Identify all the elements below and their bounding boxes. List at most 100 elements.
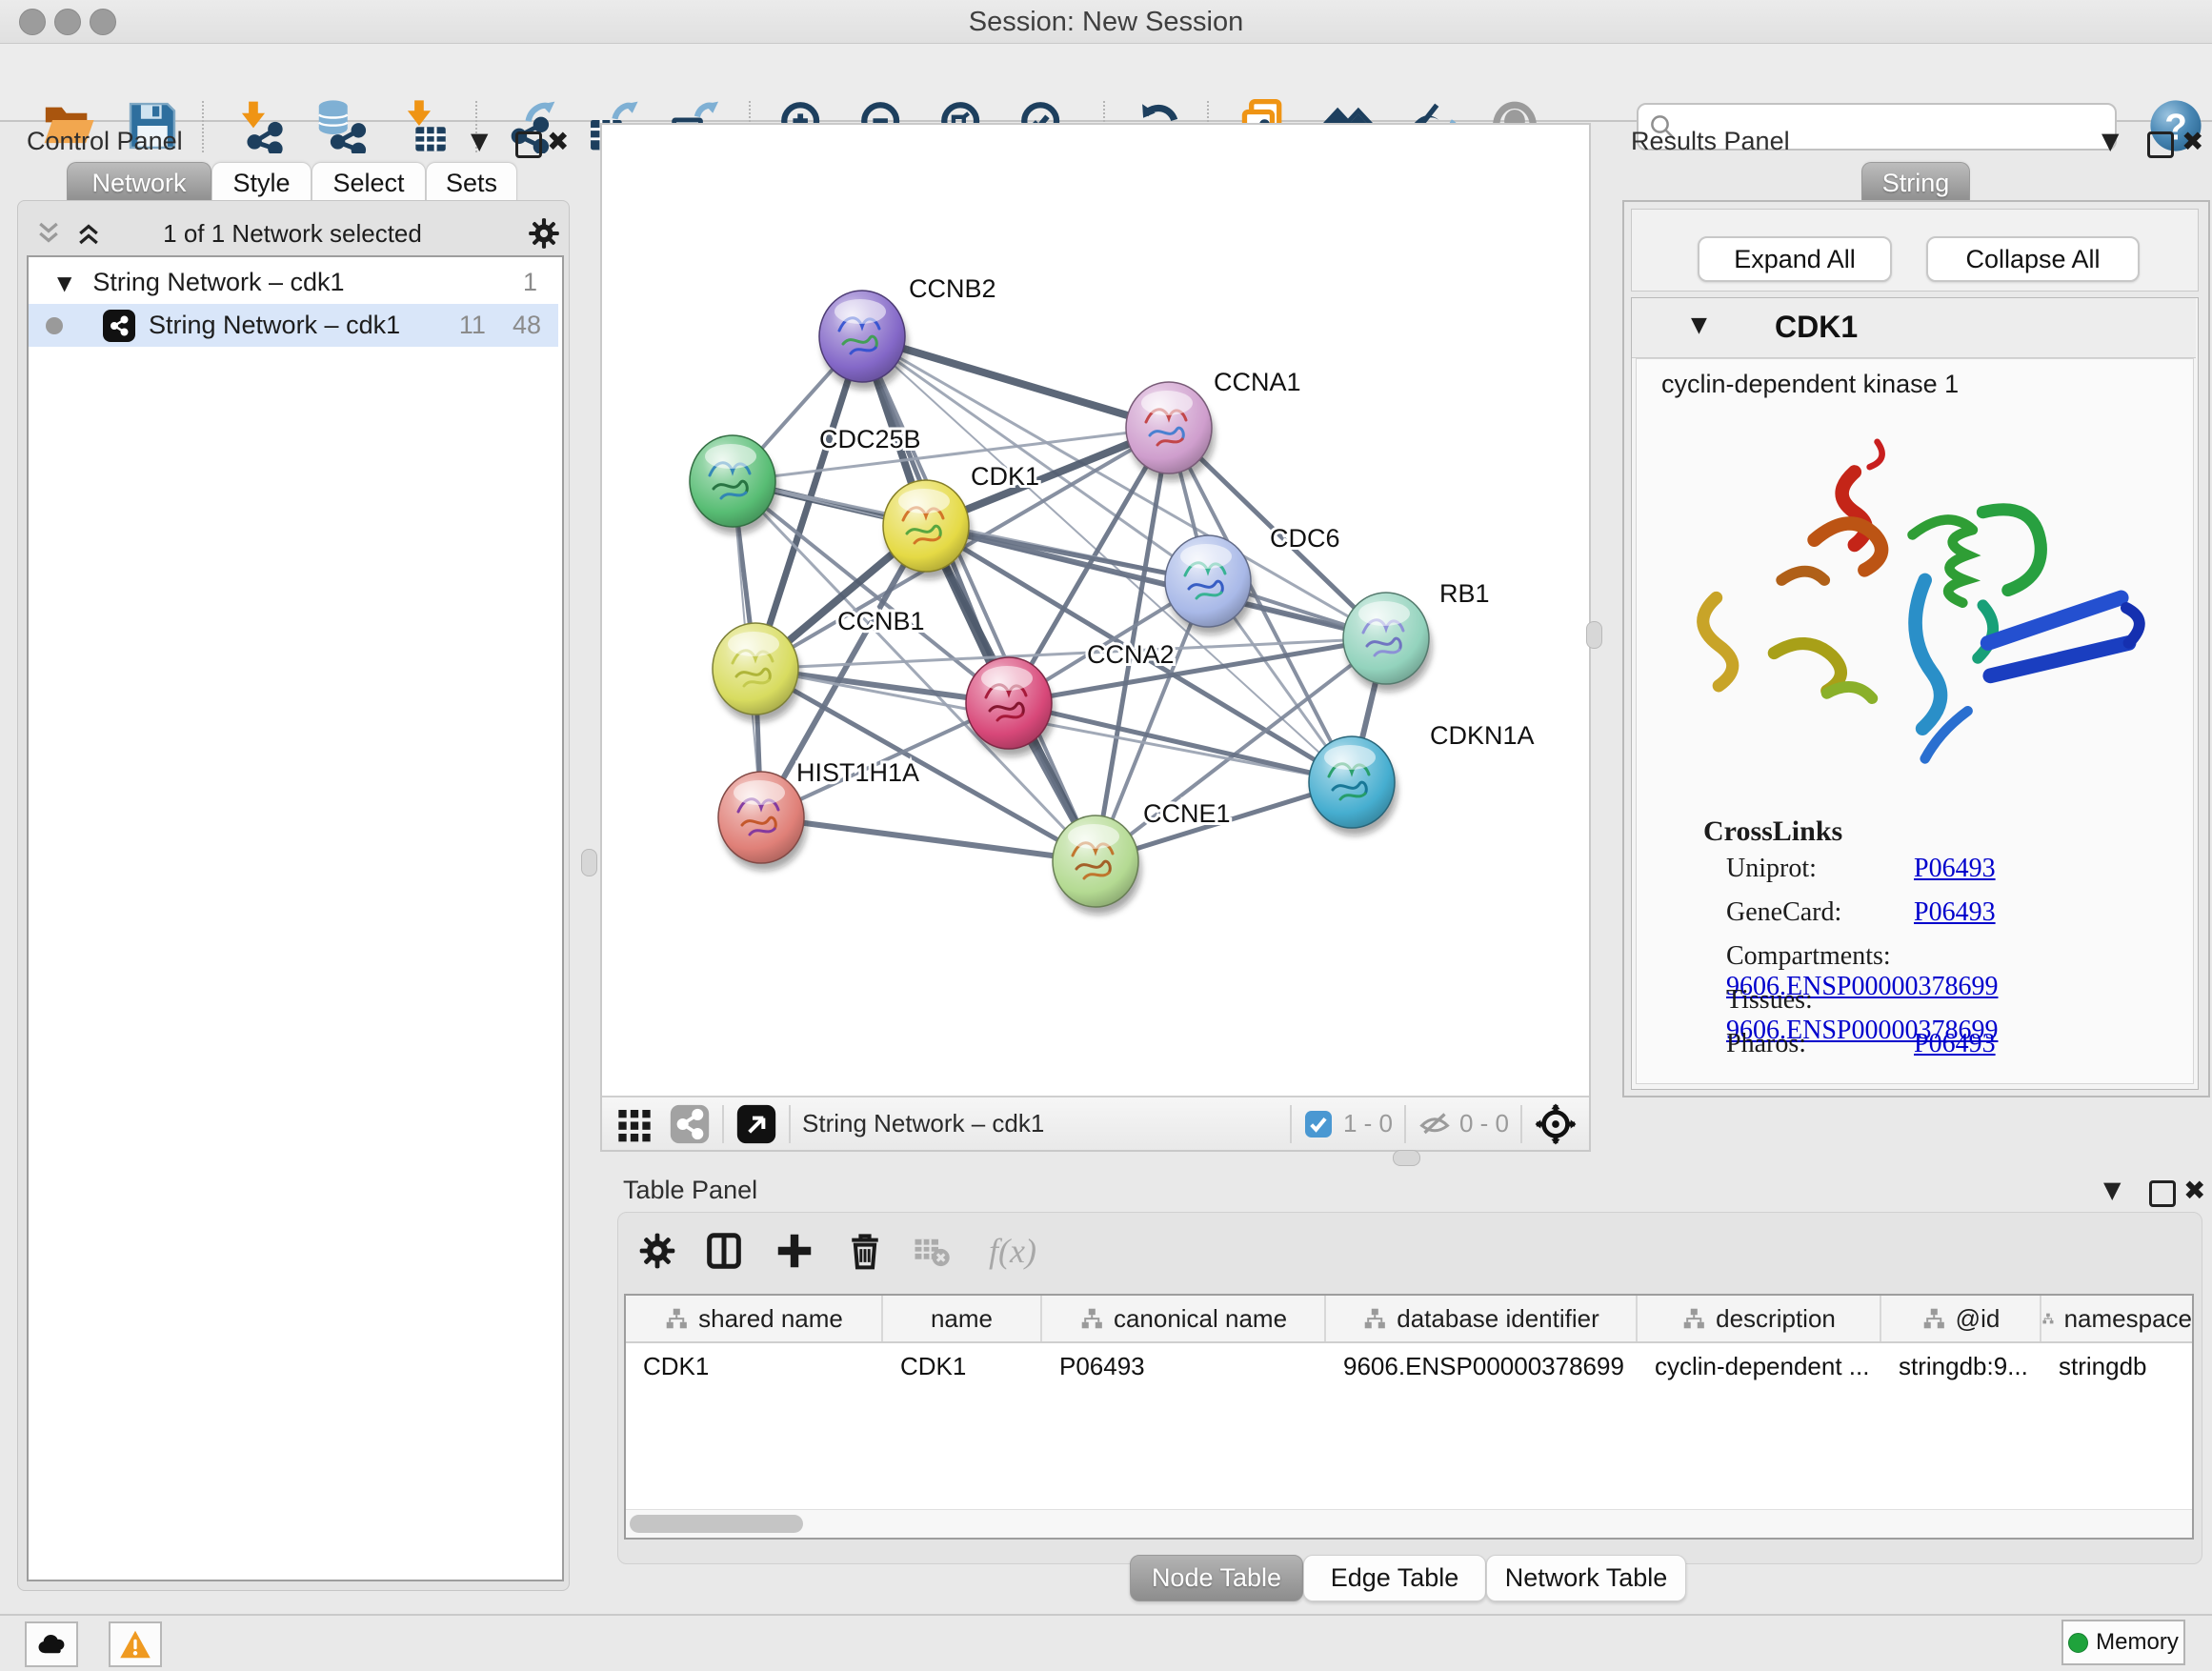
horizontal-splitter-handle[interactable] <box>1393 1150 1420 1166</box>
open-view-in-window-button[interactable] <box>735 1103 777 1145</box>
fx-icon: f(x) <box>989 1231 1036 1271</box>
node-label: CCNE1 <box>1143 799 1231 828</box>
network-name: String Network – cdk1 <box>149 311 400 340</box>
memory-button[interactable]: Memory <box>2061 1620 2185 1665</box>
network-view-panel: CCNB2CCNA1CDC25BCDK1CDC6RB1CCNB1CCNA2CDK… <box>600 123 1591 1152</box>
node-label: CDKN1A <box>1430 721 1535 750</box>
control-panel-float-button[interactable] <box>515 131 542 163</box>
tab-style[interactable]: Style <box>211 162 312 202</box>
toolbar-separator <box>789 1105 791 1143</box>
string-view-badge-icon[interactable] <box>669 1103 711 1145</box>
table-row[interactable]: CDK1 CDK1 P06493 9606.ENSP00000378699 cy… <box>626 1343 2192 1389</box>
network-collection-row[interactable]: ▼ String Network – cdk1 1 <box>29 261 558 304</box>
pharos-link[interactable]: P06493 <box>1914 1029 1996 1058</box>
import-network-database-button[interactable] <box>310 95 371 156</box>
shared-column-icon <box>664 1306 689 1331</box>
table-panel-close-button[interactable]: ✖ <box>2183 1175 2205 1206</box>
table-horizontal-scrollbar[interactable] <box>626 1509 2192 1538</box>
protein-entry-header[interactable]: ▼ CDK1 <box>1632 298 2196 358</box>
column-header-name[interactable]: name <box>883 1296 1042 1341</box>
table-header-row: shared name name canonical name database… <box>626 1296 2192 1343</box>
tab-node-table[interactable]: Node Table <box>1130 1555 1303 1601</box>
cloud-icon <box>34 1627 69 1661</box>
crosslinks-title: CrossLinks <box>1703 815 1842 848</box>
selected-counts: 1 - 0 <box>1343 1109 1393 1138</box>
show-columns-button[interactable] <box>697 1224 751 1278</box>
scrollbar-thumb[interactable] <box>630 1515 803 1533</box>
cloud-status-button[interactable] <box>25 1621 78 1667</box>
selected-nodes-checkbox[interactable] <box>1303 1109 1334 1139</box>
protein-description: cyclin-dependent kinase 1 <box>1661 370 1959 399</box>
tab-sets[interactable]: Sets <box>426 162 517 202</box>
network-canvas[interactable]: CCNB2CCNA1CDC25BCDK1CDC6RB1CCNB1CCNA2CDK… <box>602 125 1589 1096</box>
network-node <box>690 435 778 534</box>
control-panel-close-button[interactable]: ✖ <box>547 126 569 157</box>
delete-columns-button[interactable] <box>838 1224 892 1278</box>
uniprot-link[interactable]: P06493 <box>1914 854 1996 883</box>
main-toolbar: ? <box>0 44 2212 122</box>
shared-column-icon <box>1921 1306 1946 1331</box>
gear-icon <box>636 1230 678 1272</box>
crosslink-row: Compartments: 9606.ENSP00000378699 <box>1726 941 2183 985</box>
network-node-count: 11 <box>459 311 486 340</box>
results-panel-menu-button[interactable]: ▼ <box>2101 128 2119 154</box>
node-label: CDK1 <box>971 462 1039 491</box>
table-panel-float-button[interactable] <box>2149 1180 2176 1212</box>
network-edge <box>862 336 1169 428</box>
expand-all-button[interactable]: Expand All <box>1698 236 1892 282</box>
delete-table-icon <box>912 1231 952 1271</box>
network-options-gear-icon[interactable] <box>526 215 562 252</box>
network-node <box>966 657 1055 756</box>
node-layer <box>690 291 1432 915</box>
birds-eye-view-button[interactable] <box>1534 1102 1578 1146</box>
tab-network[interactable]: Network <box>67 162 211 202</box>
collection-collapse-icon[interactable]: ▼ <box>57 272 71 294</box>
hidden-counts: 0 - 0 <box>1459 1109 1509 1138</box>
toolbar-separator <box>722 1105 724 1143</box>
column-header-namespace[interactable]: namespace <box>2041 1296 2192 1341</box>
left-splitter-handle[interactable] <box>581 849 597 876</box>
column-header-shared-name[interactable]: shared name <box>626 1296 883 1341</box>
table-panel-menu-button[interactable]: ▼ <box>2103 1177 2121 1203</box>
entry-collapse-icon[interactable]: ▼ <box>1691 313 1707 337</box>
shared-column-icon <box>1362 1306 1387 1331</box>
control-panel-title: Control Panel <box>27 127 183 156</box>
tab-string-results[interactable]: String <box>1861 162 1970 202</box>
columns-icon <box>702 1229 746 1273</box>
results-panel-float-button[interactable] <box>2147 131 2174 163</box>
warnings-button[interactable] <box>109 1621 162 1667</box>
import-network-file-button[interactable] <box>229 95 290 156</box>
toolbar-separator <box>1520 1105 1522 1143</box>
table-settings-button[interactable] <box>631 1224 684 1278</box>
column-header-description[interactable]: description <box>1638 1296 1881 1341</box>
control-panel-menu-button[interactable]: ▼ <box>471 128 488 154</box>
tab-edge-table[interactable]: Edge Table <box>1303 1555 1486 1601</box>
tab-network-table[interactable]: Network Table <box>1486 1555 1686 1601</box>
apply-function-button-disabled: f(x) <box>970 1224 1056 1278</box>
column-header-canonical-name[interactable]: canonical name <box>1042 1296 1326 1341</box>
node-label: CDC6 <box>1270 524 1340 553</box>
node-label: CCNA2 <box>1087 640 1175 669</box>
column-header-id[interactable]: @id <box>1881 1296 2041 1341</box>
network-node <box>1309 736 1398 836</box>
column-header-database-identifier[interactable]: database identifier <box>1326 1296 1638 1341</box>
right-splitter-handle[interactable] <box>1586 621 1602 649</box>
create-column-button[interactable] <box>768 1224 821 1278</box>
results-panel-close-button[interactable]: ✖ <box>2182 126 2203 157</box>
protein-name: CDK1 <box>1775 310 1858 345</box>
shared-column-icon <box>2041 1306 2055 1331</box>
tab-select[interactable]: Select <box>312 162 426 202</box>
network-status-dot <box>46 317 63 334</box>
network-node <box>1343 593 1432 692</box>
results-panel-title: Results Panel <box>1631 127 1790 156</box>
memory-label: Memory <box>2096 1629 2179 1656</box>
import-table-button[interactable] <box>394 95 455 156</box>
network-view-title: String Network – cdk1 <box>802 1109 1044 1138</box>
genecard-link[interactable]: P06493 <box>1914 897 1996 927</box>
view-grid-button[interactable] <box>615 1105 654 1143</box>
node-label: CCNB1 <box>837 607 925 635</box>
import-table-icon <box>397 98 452 153</box>
network-row-selected[interactable]: String Network – cdk1 11 48 <box>29 304 558 347</box>
collapse-all-button[interactable]: Collapse All <box>1926 236 2140 282</box>
node-label: RB1 <box>1439 579 1490 608</box>
